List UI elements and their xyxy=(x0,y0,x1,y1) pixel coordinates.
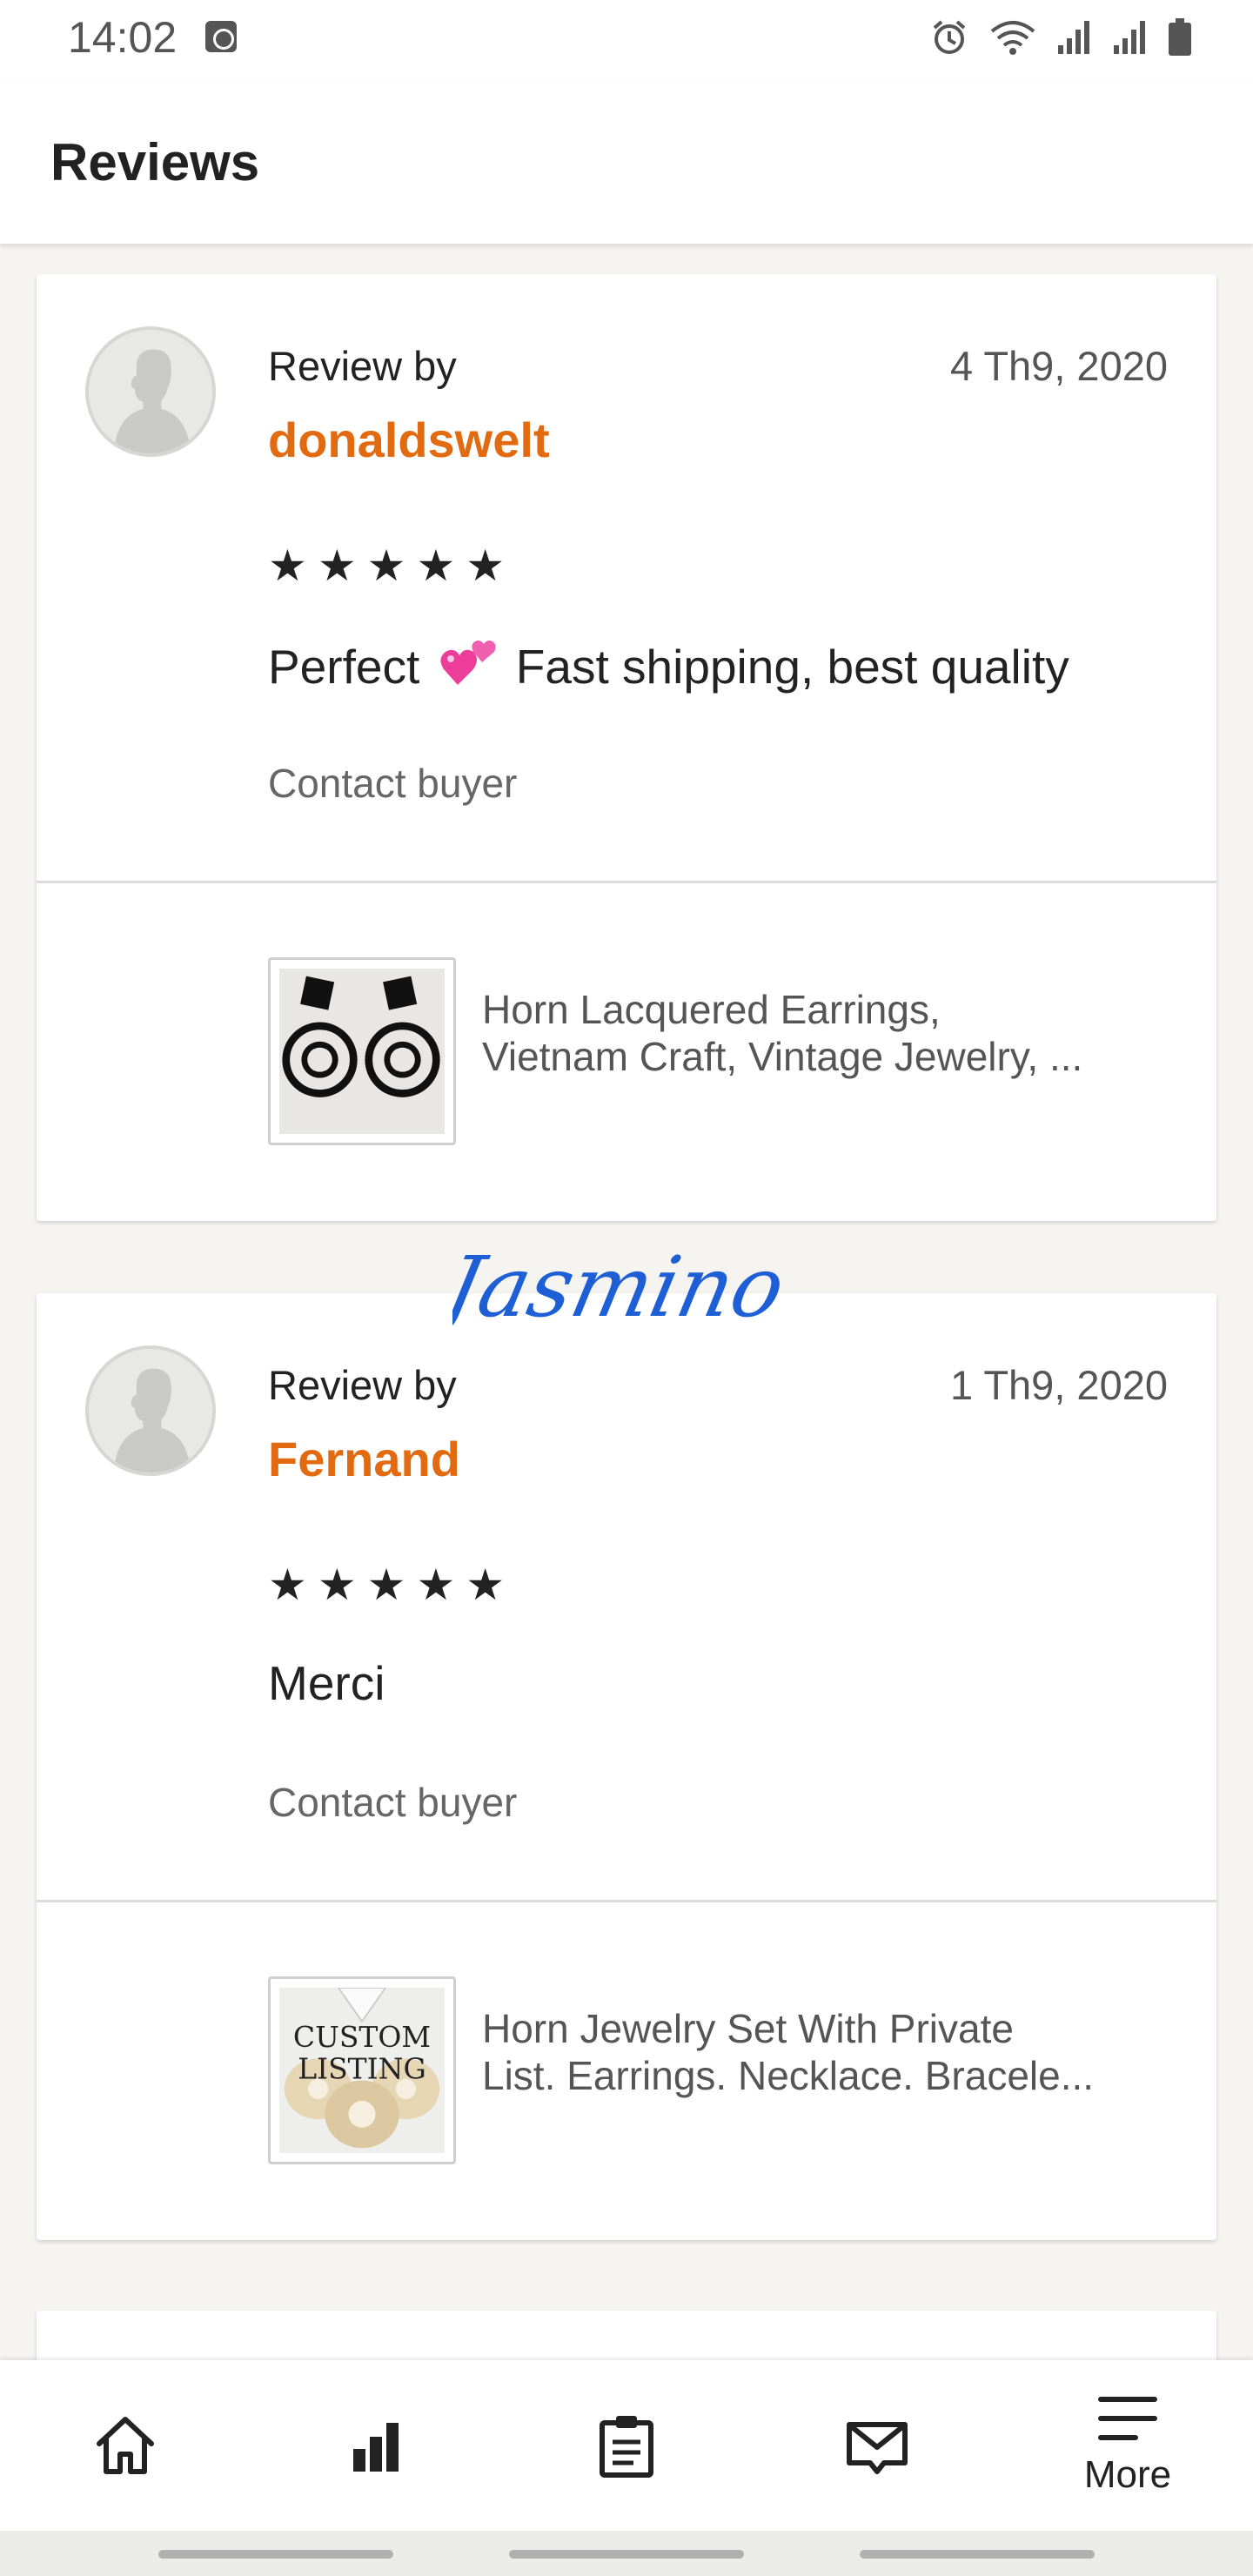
system-gesture-bar xyxy=(0,2531,1253,2576)
avatar[interactable] xyxy=(85,1345,216,1476)
review-text-part-1: Perfect xyxy=(268,640,433,694)
listing-thumbnail[interactable]: CUSTOM LISTING xyxy=(268,1976,456,2164)
recent-apps-handle[interactable] xyxy=(158,2550,393,2559)
orders-icon xyxy=(600,2416,653,2478)
reviewer-name-link[interactable]: Fernand xyxy=(268,1431,460,1487)
signature-watermark: Jasmino xyxy=(452,1238,794,1336)
messages-icon xyxy=(847,2422,908,2474)
home-icon xyxy=(97,2417,154,2474)
bottom-nav: More xyxy=(0,2360,1253,2531)
stats-icon xyxy=(353,2423,399,2472)
nav-more-label: More xyxy=(1083,2453,1172,2496)
listing-title-link[interactable]: Horn Jewelry Set With Private List. Earr… xyxy=(482,2005,1178,2099)
wifi-icon xyxy=(990,21,1035,55)
contact-buyer-link[interactable]: Contact buyer xyxy=(268,1779,517,1826)
review-card: Review by donaldswelt 4 Th9, 2020 ★★★★★ … xyxy=(37,274,1216,1221)
review-text: Perfect Fast shipping, best quality xyxy=(268,636,1069,694)
jewelry-set-image: CUSTOM LISTING xyxy=(279,1988,445,2153)
nav-orders[interactable] xyxy=(539,2360,714,2531)
back-handle[interactable] xyxy=(860,2550,1095,2559)
listing-title-line-1: Horn Jewelry Set With Private xyxy=(482,2006,1014,2051)
review-by-label: Review by xyxy=(268,343,457,389)
clock-notification-icon xyxy=(205,21,237,52)
svg-text:Jasmino: Jasmino xyxy=(452,1238,794,1336)
listing-title-line-2: List. Earrings. Necklace. Bracele... xyxy=(482,2053,1095,2098)
review-text: Merci xyxy=(268,1656,385,1710)
review-by-label: Review by xyxy=(268,1362,457,1408)
review-card: Review by Fernand 1 Th9, 2020 ★★★★★ Merc… xyxy=(37,1293,1216,2240)
home-handle[interactable] xyxy=(509,2550,744,2559)
divider xyxy=(37,881,1216,883)
listing-title-line-1: Horn Lacquered Earrings, xyxy=(482,987,941,1032)
nav-messages[interactable] xyxy=(790,2360,964,2531)
nav-more[interactable]: More xyxy=(1041,2360,1215,2531)
status-icons xyxy=(929,16,1192,59)
status-bar: 14:02 xyxy=(0,0,1253,78)
page-title: Reviews xyxy=(50,133,260,191)
nav-stats[interactable] xyxy=(289,2360,463,2531)
review-date: 4 Th9, 2020 xyxy=(949,343,1168,389)
app-header: Reviews xyxy=(0,78,1253,244)
nav-home[interactable] xyxy=(38,2360,212,2531)
battery-icon xyxy=(1169,18,1191,56)
listing-thumbnail[interactable] xyxy=(268,957,456,1145)
star-rating: ★★★★★ xyxy=(268,1560,516,1609)
signal-icon-1 xyxy=(1058,21,1089,54)
contact-buyer-link[interactable]: Contact buyer xyxy=(268,760,517,807)
status-time: 14:02 xyxy=(68,13,178,62)
menu-icon xyxy=(1098,2397,1157,2440)
listing-title-link[interactable]: Horn Lacquered Earrings, Vietnam Craft, … xyxy=(482,986,1178,1080)
listing-title-line-2: Vietnam Craft, Vintage Jewelry, ... xyxy=(482,1034,1083,1079)
review-date: 1 Th9, 2020 xyxy=(949,1362,1168,1408)
default-avatar-icon xyxy=(89,330,212,453)
default-avatar-icon xyxy=(89,1349,212,1472)
star-rating: ★★★★★ xyxy=(268,541,516,590)
earrings-image xyxy=(279,969,445,1134)
thumb-text-line-1: CUSTOM xyxy=(293,2020,431,2054)
divider xyxy=(37,1900,1216,1902)
alarm-icon xyxy=(933,20,966,54)
avatar[interactable] xyxy=(85,326,216,457)
two-hearts-emoji-icon xyxy=(439,641,496,685)
signal-icon-2 xyxy=(1114,21,1145,54)
review-text-part-2: Fast shipping, best quality xyxy=(502,640,1069,694)
thumb-text-line-2: LISTING xyxy=(298,2052,426,2086)
reviewer-name-link[interactable]: donaldswelt xyxy=(268,412,550,468)
